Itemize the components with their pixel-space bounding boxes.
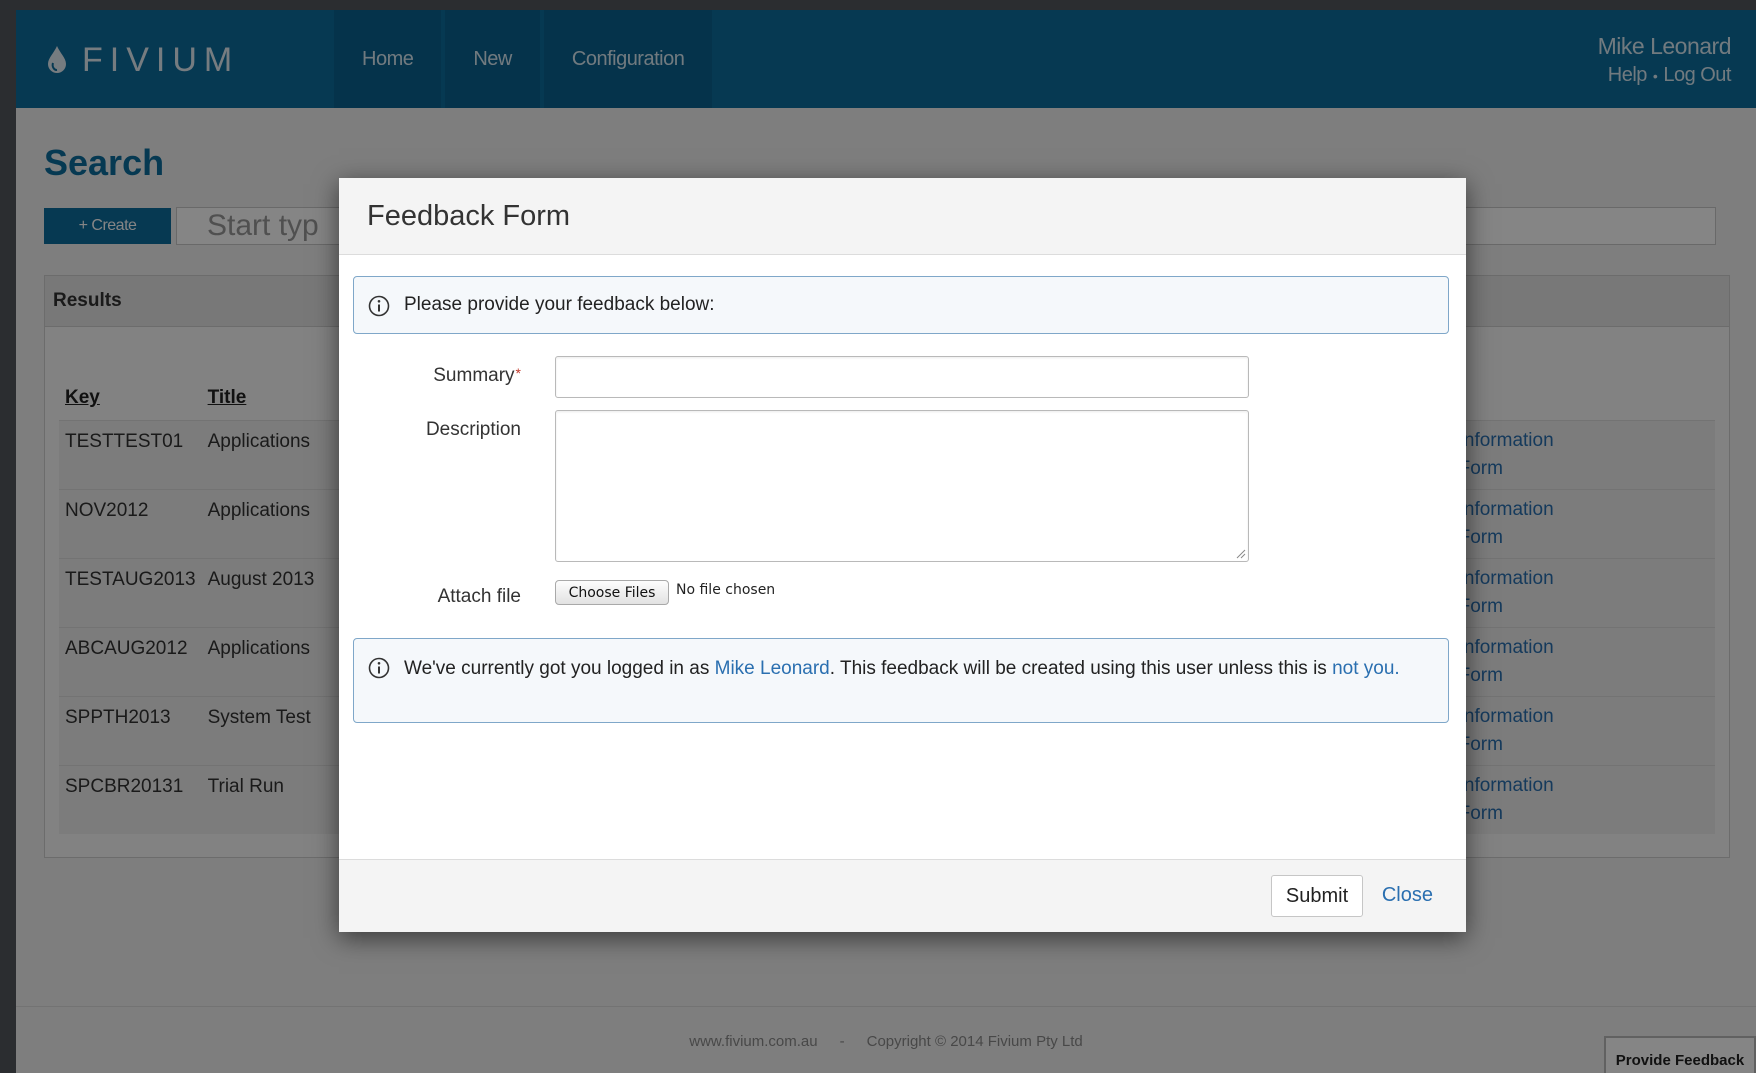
notice-suffix: . xyxy=(1394,658,1400,679)
intro-info-box: Please provide your feedback below: xyxy=(353,276,1449,334)
summary-input[interactable] xyxy=(555,356,1249,398)
info-icon xyxy=(368,295,390,317)
login-notice-box: We've currently got you logged in as Mik… xyxy=(353,638,1449,723)
resize-grip-icon[interactable] xyxy=(1236,549,1246,559)
modal-header: Feedback Form xyxy=(339,178,1466,255)
modal-title: Feedback Form xyxy=(367,199,571,232)
attach-file-label: Attach file xyxy=(437,586,521,607)
summary-label-text: Summary xyxy=(433,365,515,386)
required-asterisk: * xyxy=(515,365,521,381)
notice-user-link[interactable]: Mike Leonard xyxy=(715,658,830,679)
notice-prefix: We've currently got you logged in as xyxy=(404,658,715,679)
notice-middle: . This feedback will be created using th… xyxy=(829,658,1333,679)
file-status: No file chosen xyxy=(676,582,776,598)
intro-text: Please provide your feedback below: xyxy=(404,294,715,315)
info-icon xyxy=(368,657,390,679)
browser-page: FIVIUM Home New Configuration Mike Leona… xyxy=(16,10,1756,1073)
feedback-modal: Feedback Form Please provide your feedba… xyxy=(339,178,1466,932)
submit-button[interactable]: Submit xyxy=(1271,875,1363,917)
description-textarea[interactable] xyxy=(555,410,1249,562)
not-you-link[interactable]: not you xyxy=(1332,658,1394,679)
description-label: Description xyxy=(425,419,521,440)
close-link[interactable]: Close xyxy=(1382,884,1433,907)
summary-label: Summary* xyxy=(351,365,521,387)
choose-files-button[interactable]: Choose Files xyxy=(555,580,669,605)
modal-footer: Submit Close xyxy=(339,859,1466,932)
